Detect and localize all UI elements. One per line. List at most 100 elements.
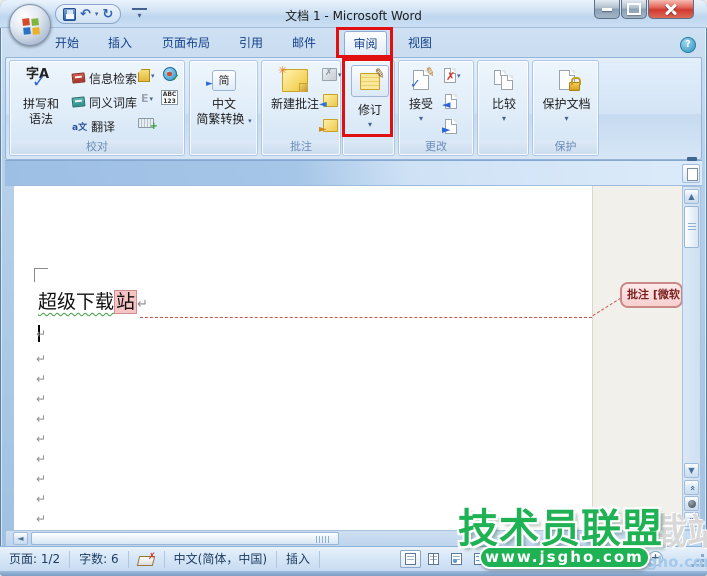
status-insert-mode[interactable]: 插入 [277, 551, 320, 568]
delete-comment-button[interactable]: ✗ ▾ [322, 68, 342, 81]
word-count-icon: ABC 123 [161, 90, 178, 105]
tab-home[interactable]: 开始 [44, 31, 90, 57]
ruler-toggle-button[interactable] [682, 164, 700, 183]
tab-references[interactable]: 引用 [228, 31, 274, 57]
help-icon[interactable]: ? [680, 37, 696, 53]
close-button[interactable] [648, 0, 694, 19]
double-up-chevron-icon: « [686, 485, 696, 491]
ime-pad-button[interactable]: + [138, 118, 154, 128]
customize-qat-icon[interactable]: ▾ [132, 8, 147, 22]
dropdown-icon: ▾ [150, 95, 154, 103]
status-language[interactable]: 中文(简体，中国) [165, 551, 277, 568]
spelling-grammar-icon: 字A ✓ [26, 67, 56, 93]
compare-button[interactable]: 比较 ▾ [485, 65, 523, 123]
scroll-up-button[interactable]: ▲ [684, 189, 699, 204]
dropdown-icon: ▾ [419, 114, 423, 123]
document-page[interactable]: 超级下载站↵ ↵ ↵ ↵ ↵ ↵ ↵ ↵ ↵ ↵ ↵ [14, 186, 592, 530]
split-handle[interactable] [687, 157, 697, 161]
chinese-conversion-button[interactable]: ► 简 中文 简繁转换 ▾ [195, 65, 253, 127]
accept-label: 接受 [409, 97, 433, 112]
zoom-in-button[interactable]: + [648, 551, 663, 566]
compare-label: 比较 [492, 97, 516, 112]
maximize-button[interactable] [621, 0, 647, 19]
translation-screentip-icon [138, 69, 150, 82]
outline-view-button[interactable] [469, 550, 490, 568]
heading-text: 超级下载 [38, 291, 114, 313]
paragraph-mark-icon: ↵ [36, 372, 46, 386]
comment-balloon[interactable]: 批注 [微软 [620, 282, 683, 308]
horizontal-scrollbar-thumb[interactable] [31, 532, 339, 545]
translation-screentip-button[interactable]: ▾ [138, 69, 155, 82]
spelling-label: 拼写和 [23, 97, 59, 112]
previous-comment-button[interactable]: ◄ [323, 94, 338, 107]
full-screen-reading-icon [428, 553, 439, 565]
page-icon [501, 75, 513, 90]
previous-page-button[interactable]: « [684, 480, 699, 495]
group-proofing: 字A ✓ 拼写和 语法 信息检索 同义词库 a文 翻译 ▾ [9, 60, 185, 156]
chinese-conversion-icon: ► 简 [212, 70, 236, 91]
select-browse-object-button[interactable] [684, 496, 699, 511]
new-comment-button[interactable]: ✳ 新建批注 [267, 65, 323, 112]
english-assistance-button[interactable]: E ▾ [141, 92, 153, 105]
tab-insert[interactable]: 插入 [97, 31, 143, 57]
web-layout-icon [451, 553, 462, 565]
comment-anchor[interactable]: 站 [114, 290, 137, 314]
print-layout-view-button[interactable] [400, 550, 421, 568]
next-page-button[interactable]: « [684, 512, 699, 527]
word-window: 文档 1 - Microsoft Word ↶ ▾ ↻ ▾ 开始 插入 页面布局… [0, 0, 707, 576]
previous-comment-icon: ◄ [323, 94, 338, 107]
office-button[interactable] [9, 4, 51, 46]
horizontal-scrollbar[interactable]: ◄ [6, 530, 701, 546]
accept-icon: ✓ ✎ [413, 70, 429, 90]
status-word-count[interactable]: 字数: 6 [70, 551, 129, 568]
document-text-line[interactable]: 超级下载站↵ [38, 287, 148, 314]
check-icon: ✓ [32, 75, 46, 90]
scroll-left-button[interactable]: ◄ [13, 532, 28, 545]
save-icon[interactable] [63, 8, 76, 21]
word-count-button[interactable]: ABC 123 [161, 90, 178, 105]
redo-icon[interactable]: ↻ [102, 8, 113, 21]
chinese-conversion-label: 简繁转换 [196, 112, 244, 126]
protect-document-button[interactable]: 保护文档 ▾ [538, 65, 595, 123]
resize-grip[interactable] [691, 554, 704, 567]
thesaurus-button[interactable]: 同义词库 [72, 93, 137, 111]
paragraph-mark-icon: ↵ [36, 452, 46, 466]
next-change-button[interactable]: ► [445, 119, 457, 134]
quick-access-toolbar: ↶ ▾ ↻ [55, 4, 121, 24]
accept-button[interactable]: ✓ ✎ 接受 ▾ [402, 65, 440, 123]
tab-page-layout[interactable]: 页面布局 [150, 31, 222, 57]
vertical-scrollbar-thumb[interactable] [684, 206, 699, 248]
print-layout-icon [405, 553, 416, 565]
spelling-grammar-button[interactable]: 字A ✓ 拼写和 语法 [14, 65, 68, 127]
vertical-scrollbar[interactable]: ▲ ▼ « « [682, 186, 701, 530]
proofing-error-icon: ✗ [138, 553, 155, 566]
undo-icon[interactable]: ↶ [80, 8, 91, 21]
document-area: 超级下载站↵ ↵ ↵ ↵ ↵ ↵ ↵ ↵ ↵ ↵ ↵ 批注 [微软 ▲ ▼ [6, 186, 701, 530]
protect-document-icon [559, 70, 575, 90]
status-page[interactable]: 页面: 1/2 [0, 551, 70, 568]
undo-dropdown-icon[interactable]: ▾ [95, 10, 99, 18]
group-tracking: ✎ 修订 ▾ [342, 60, 395, 156]
full-screen-reading-view-button[interactable] [423, 550, 444, 568]
translate-button[interactable]: a文 翻译 [72, 117, 115, 135]
cross-icon: ✗ [148, 549, 156, 566]
scroll-down-button[interactable]: ▼ [684, 463, 699, 478]
left-arrow-icon: ◄ [319, 99, 327, 110]
paragraph-mark-icon: ↵ [36, 412, 46, 426]
previous-change-button[interactable]: ◄ [445, 94, 457, 109]
abc-text: ABC [163, 91, 177, 98]
minimize-button[interactable] [594, 0, 620, 19]
research-button[interactable]: 信息检索 [72, 69, 137, 87]
pencil-icon: ✎ [373, 66, 387, 83]
comment-connector-line [140, 317, 592, 318]
status-proofing[interactable]: ✗ [129, 551, 165, 568]
web-layout-view-button[interactable] [446, 550, 467, 568]
tab-view[interactable]: 视图 [397, 31, 443, 57]
reject-button[interactable]: ✗ ▾ [444, 68, 461, 83]
tab-review[interactable]: 审阅 [344, 31, 387, 57]
next-comment-button[interactable]: ► [323, 119, 338, 132]
set-language-button[interactable]: ✓ [163, 67, 177, 81]
track-changes-button[interactable]: ✎ 修订 ▾ [350, 65, 390, 129]
tab-mailings[interactable]: 邮件 [281, 31, 327, 57]
group-label-comments: 批注 [263, 140, 339, 154]
